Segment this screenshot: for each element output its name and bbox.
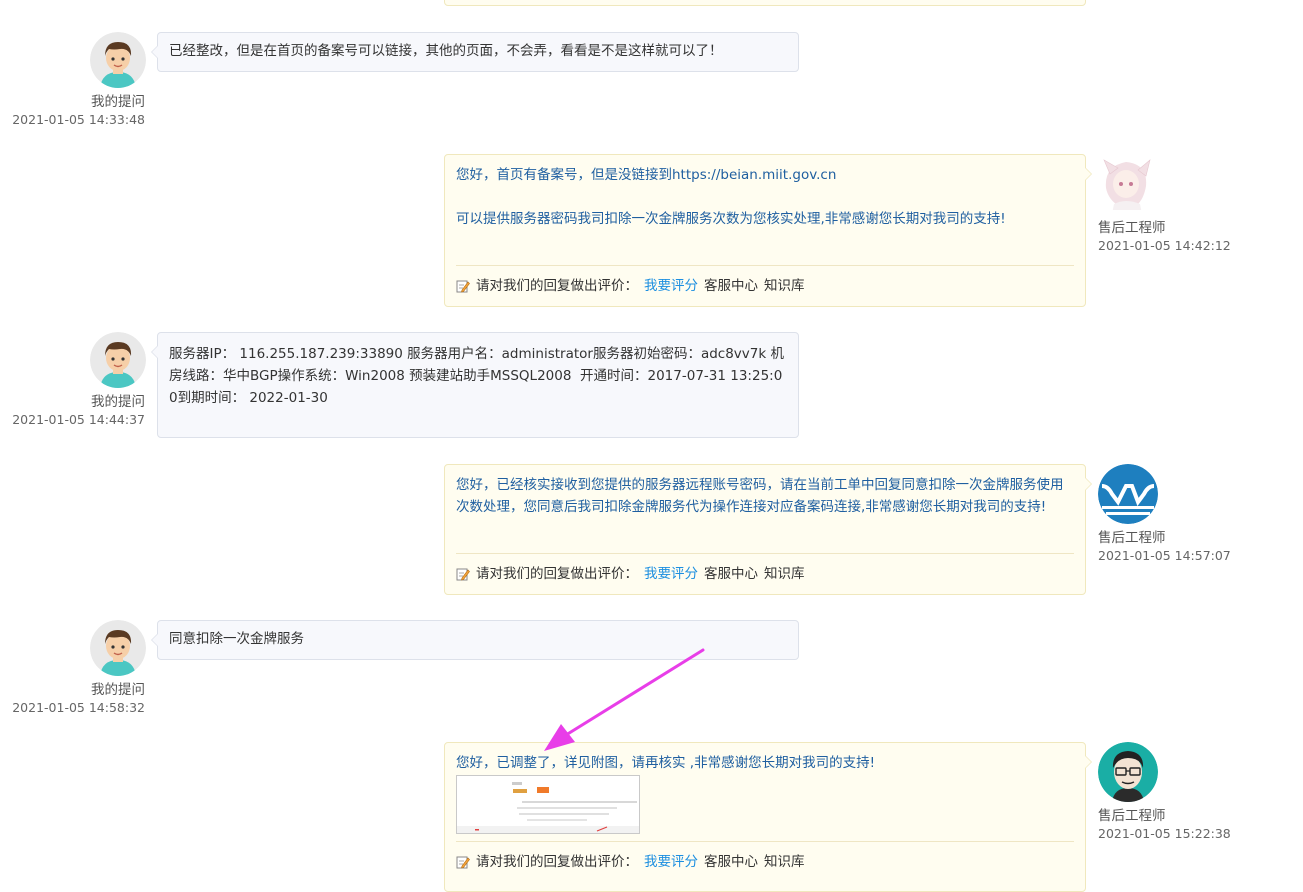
knowledge-base-link[interactable]: 知识库 xyxy=(764,275,805,297)
message-author: 我的提问 xyxy=(91,682,145,698)
message-time: 2021-01-05 15:22:38 xyxy=(1098,826,1231,841)
rating-bar: 请对我们的回复做出评价： 我要评分 客服中心 知识库 xyxy=(456,265,1074,306)
message-text: 您好，首页有备案号，但是没链接到https://beian.miit.gov.c… xyxy=(456,167,1006,227)
rate-link[interactable]: 我要评分 xyxy=(644,563,698,585)
service-center-link[interactable]: 客服中心 xyxy=(704,275,758,297)
attachment-thumbnail[interactable] xyxy=(456,775,640,834)
engineer-avatar xyxy=(1098,154,1154,210)
message-author: 售后工程师 xyxy=(1098,220,1166,236)
message-time: 2021-01-05 14:33:48 xyxy=(12,112,145,127)
user-message-bubble: 同意扣除一次金牌服务 xyxy=(151,620,799,660)
edit-note-icon xyxy=(456,568,470,581)
message-time: 2021-01-05 14:58:32 xyxy=(12,700,145,715)
user-avatar-icon xyxy=(90,620,146,676)
message-time: 2021-01-05 14:42:12 xyxy=(1098,238,1231,253)
message-author: 我的提问 xyxy=(91,94,145,110)
message-time: 2021-01-05 14:57:07 xyxy=(1098,548,1231,563)
staff-message-bubble: 您好，已调整了，详见附图，请再核实 ,非常感谢您长期对我司的支持! 请对我们的回… xyxy=(444,742,1092,892)
message-author: 我的提问 xyxy=(91,394,145,410)
message-time: 2021-01-05 14:44:37 xyxy=(12,412,145,427)
wave-logo-avatar-icon xyxy=(1098,464,1158,524)
screenshot-preview-image xyxy=(457,776,639,833)
user-message-bubble: 已经整改，但是在首页的备案号可以链接，其他的页面，不会弄，看看是不是这样就可以了… xyxy=(151,32,799,72)
message-text: 您好，已调整了，详见附图，请再核实 ,非常感谢您长期对我司的支持! xyxy=(456,755,875,771)
staff-message-bubble: 您好，首页有备案号，但是没链接到https://beian.miit.gov.c… xyxy=(444,154,1092,307)
message-text: 您好，已经核实接收到您提供的服务器远程账号密码，请在当前工单中回复同意扣除一次金… xyxy=(456,477,1064,515)
user-avatar-icon xyxy=(90,32,146,88)
message-text: 同意扣除一次金牌服务 xyxy=(169,631,304,647)
user-avatar xyxy=(90,32,146,88)
anime-girl-avatar-icon xyxy=(1098,154,1154,210)
knowledge-base-link[interactable]: 知识库 xyxy=(764,563,805,585)
edit-note-icon xyxy=(456,856,470,869)
message-text: 服务器IP： 116.255.187.239:33890 服务器用户名：admi… xyxy=(169,346,784,406)
man-with-glasses-avatar-icon xyxy=(1098,742,1158,802)
message-text: 已经整改，但是在首页的备案号可以链接，其他的页面，不会弄，看看是不是这样就可以了… xyxy=(169,43,723,59)
staff-message-bubble: 您好，已经核实接收到您提供的服务器远程账号密码，请在当前工单中回复同意扣除一次金… xyxy=(444,464,1092,595)
rating-prompt: 请对我们的回复做出评价： xyxy=(476,566,638,582)
rating-bar: 请对我们的回复做出评价： 我要评分 客服中心 知识库 xyxy=(456,553,1074,594)
user-avatar xyxy=(90,620,146,676)
previous-message-bubble-edge xyxy=(444,0,1086,6)
user-avatar xyxy=(90,332,146,388)
rating-prompt: 请对我们的回复做出评价： xyxy=(476,278,638,294)
engineer-avatar xyxy=(1098,464,1158,524)
rating-bar: 请对我们的回复做出评价： 我要评分 客服中心 知识库 xyxy=(456,841,1074,882)
rating-prompt: 请对我们的回复做出评价： xyxy=(476,854,638,870)
user-avatar-icon xyxy=(90,332,146,388)
service-center-link[interactable]: 客服中心 xyxy=(704,851,758,873)
message-author: 售后工程师 xyxy=(1098,808,1166,824)
engineer-avatar xyxy=(1098,742,1158,802)
rate-link[interactable]: 我要评分 xyxy=(644,851,698,873)
knowledge-base-link[interactable]: 知识库 xyxy=(764,851,805,873)
message-author: 售后工程师 xyxy=(1098,530,1166,546)
rate-link[interactable]: 我要评分 xyxy=(644,275,698,297)
user-message-bubble: 服务器IP： 116.255.187.239:33890 服务器用户名：admi… xyxy=(151,332,799,438)
service-center-link[interactable]: 客服中心 xyxy=(704,563,758,585)
edit-note-icon xyxy=(456,280,470,293)
